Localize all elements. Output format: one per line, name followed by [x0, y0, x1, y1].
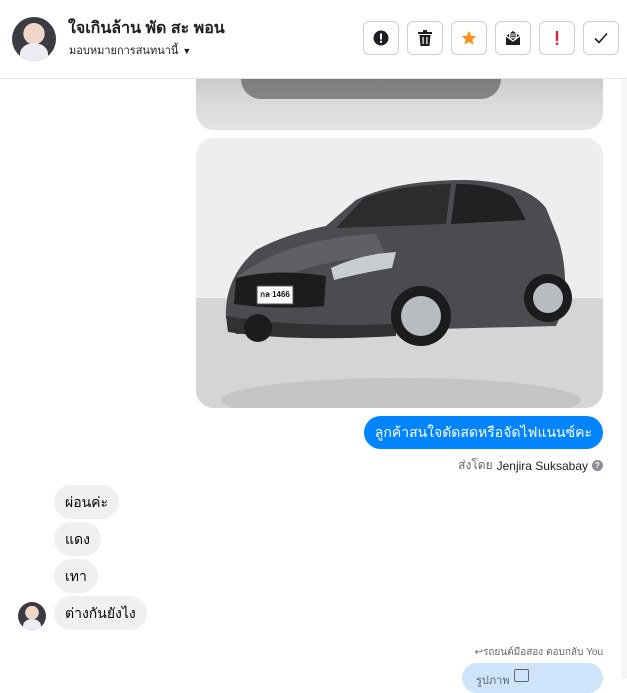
image-icon: [514, 669, 529, 682]
delete-button[interactable]: [407, 21, 443, 55]
reply-arrow-icon: ↩: [474, 647, 483, 658]
assign-label: มอบหมายการสนทนานี้: [69, 45, 179, 57]
car-illustration: [196, 138, 603, 408]
sent-by-prefix: ส่งโดย: [458, 458, 493, 472]
incoming-message[interactable]: ต่างกันยังไง: [54, 596, 147, 630]
sent-by-info: ส่งโดย Jenjira Suksabay ?: [458, 456, 603, 475]
contact-name[interactable]: ใจเกินล้าน พัด สะ พอน: [68, 16, 225, 41]
reply-preview-text: รูปภาพ: [476, 675, 510, 687]
exclamation-circle-icon: [373, 30, 389, 46]
action-toolbar: [363, 21, 619, 55]
scrollbar[interactable]: [621, 79, 627, 679]
reply-preview-bubble[interactable]: รูปภาพ: [462, 663, 603, 693]
assign-conversation-dropdown[interactable]: มอบหมายการสนทนานี้ ▼: [69, 41, 191, 59]
contact-avatar[interactable]: [12, 17, 56, 61]
contact-avatar-small: [18, 602, 46, 630]
incoming-message[interactable]: แดง: [54, 522, 101, 556]
incoming-message[interactable]: เทา: [54, 559, 98, 593]
reply-note: ↩รถยนต์มือสอง ตอบกลับ You: [475, 645, 603, 660]
conversation-header: ใจเกินล้าน พัด สะ พอน มอบหมายการสนทนานี้…: [0, 0, 627, 79]
exclamation-icon: [555, 31, 559, 45]
envelope-icon: [505, 31, 521, 45]
car-photo[interactable]: กล 1466: [196, 138, 603, 408]
help-icon[interactable]: ?: [592, 460, 603, 471]
spam-button[interactable]: [539, 21, 575, 55]
sent-by-name: Jenjira Suksabay: [496, 458, 588, 473]
star-button[interactable]: [451, 21, 487, 55]
mark-unread-button[interactable]: [495, 21, 531, 55]
trash-icon: [418, 30, 432, 46]
caret-down-icon: ▼: [182, 46, 192, 56]
alert-button[interactable]: [363, 21, 399, 55]
incoming-message[interactable]: ผ่อนค่ะ: [54, 485, 120, 519]
check-icon: [594, 32, 608, 44]
outgoing-message[interactable]: ลูกค้าสนใจดัดสดหรือจัดไฟแนนซ์คะ: [363, 416, 603, 449]
license-plate-text: กล 1466: [260, 290, 290, 299]
reply-note-text: รถยนต์มือสอง ตอบกลับ You: [482, 647, 603, 658]
car-photo-previous[interactable]: [196, 79, 603, 130]
done-button[interactable]: [583, 21, 619, 55]
car-reflection: [241, 79, 501, 99]
star-icon: [461, 31, 477, 45]
